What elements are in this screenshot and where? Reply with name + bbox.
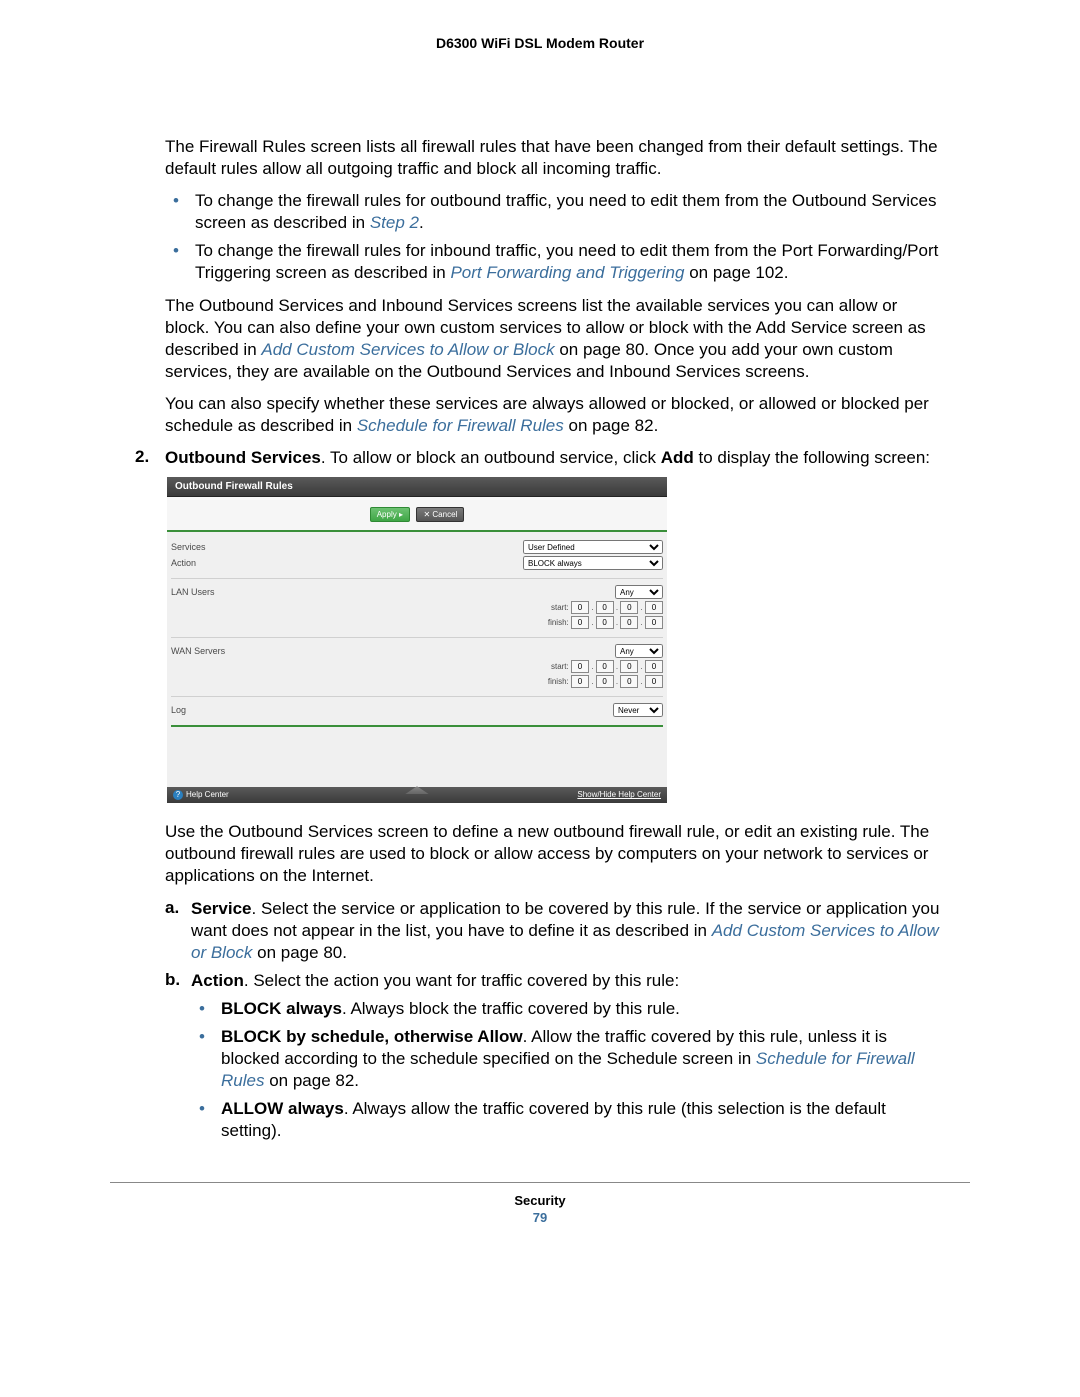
- bullet-block-schedule: BLOCK by schedule, otherwise Allow. Allo…: [191, 1026, 945, 1092]
- lan-finish-oct3[interactable]: [620, 616, 638, 629]
- log-select[interactable]: Never: [613, 703, 663, 717]
- after-screenshot-paragraph: Use the Outbound Services screen to defi…: [165, 821, 945, 887]
- wan-start-oct1[interactable]: [571, 660, 589, 673]
- services-select[interactable]: User Defined: [523, 540, 663, 554]
- wan-start-oct2[interactable]: [596, 660, 614, 673]
- lan-finish-oct2[interactable]: [596, 616, 614, 629]
- paragraph-custom-services: The Outbound Services and Inbound Servic…: [165, 295, 945, 383]
- bullet-outbound: To change the firewall rules for outboun…: [165, 190, 945, 234]
- apply-button[interactable]: Apply ▸: [370, 507, 410, 522]
- wan-start-oct3[interactable]: [620, 660, 638, 673]
- bullet-block-always: BLOCK always. Always block the traffic c…: [191, 998, 945, 1020]
- paragraph-schedule: You can also specify whether these servi…: [165, 393, 945, 437]
- wan-finish-oct2[interactable]: [596, 675, 614, 688]
- wan-servers-select[interactable]: Any: [615, 644, 663, 658]
- panel-title: Outbound Firewall Rules: [167, 477, 667, 497]
- sub-b: b. Action. Select the action you want fo…: [165, 970, 945, 992]
- help-center-label[interactable]: ?Help Center: [173, 790, 229, 800]
- wan-start-oct4[interactable]: [645, 660, 663, 673]
- wan-finish-oct3[interactable]: [620, 675, 638, 688]
- log-label: Log: [171, 705, 311, 715]
- action-select[interactable]: BLOCK always: [523, 556, 663, 570]
- sub-a: a. Service. Select the service or applic…: [165, 898, 945, 964]
- link-step-2[interactable]: Step 2: [370, 213, 419, 232]
- action-bullets: BLOCK always. Always block the traffic c…: [165, 998, 945, 1143]
- link-port-forwarding[interactable]: Port Forwarding and Triggering: [450, 263, 684, 282]
- action-label: Action: [171, 558, 311, 568]
- page-footer: Security 79: [110, 1182, 970, 1225]
- lan-start-oct2[interactable]: [596, 601, 614, 614]
- outbound-firewall-rules-screenshot: Outbound Firewall Rules Apply ▸ ✕ Cancel…: [167, 477, 667, 803]
- link-add-custom-services-1[interactable]: Add Custom Services to Allow or Block: [261, 340, 554, 359]
- cancel-button[interactable]: ✕ Cancel: [416, 507, 464, 522]
- wan-servers-label: WAN Servers: [171, 646, 311, 656]
- intro-paragraph: The Firewall Rules screen lists all fire…: [165, 136, 945, 180]
- link-schedule-1[interactable]: Schedule for Firewall Rules: [357, 416, 564, 435]
- lan-start-oct4[interactable]: [645, 601, 663, 614]
- lan-finish-oct1[interactable]: [571, 616, 589, 629]
- lan-start-oct1[interactable]: [571, 601, 589, 614]
- bullet-allow-always: ALLOW always. Always allow the traffic c…: [191, 1098, 945, 1142]
- expand-arrow-icon[interactable]: [405, 786, 429, 794]
- wan-finish-oct1[interactable]: [571, 675, 589, 688]
- step-number: 2.: [135, 447, 165, 469]
- step-2: 2. Outbound Services. To allow or block …: [135, 447, 945, 469]
- lan-start-oct3[interactable]: [620, 601, 638, 614]
- intro-bullets: To change the firewall rules for outboun…: [165, 190, 945, 284]
- footer-section: Security: [110, 1193, 970, 1208]
- lan-users-label: LAN Users: [171, 587, 311, 597]
- help-icon: ?: [173, 790, 183, 800]
- show-hide-help-link[interactable]: Show/Hide Help Center: [577, 790, 661, 800]
- services-label: Services: [171, 542, 311, 552]
- footer-page-number: 79: [110, 1210, 970, 1225]
- lan-users-select[interactable]: Any: [615, 585, 663, 599]
- doc-title: D6300 WiFi DSL Modem Router: [0, 35, 1080, 51]
- lan-finish-oct4[interactable]: [645, 616, 663, 629]
- bullet-inbound: To change the firewall rules for inbound…: [165, 240, 945, 284]
- wan-finish-oct4[interactable]: [645, 675, 663, 688]
